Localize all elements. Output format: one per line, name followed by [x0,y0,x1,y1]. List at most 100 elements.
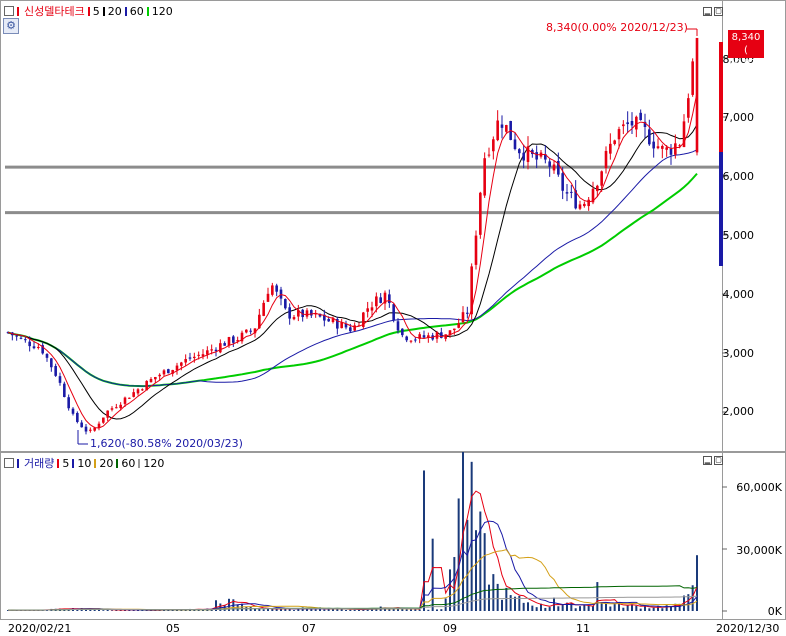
legend-ma120[interactable]: 120 [146,5,173,18]
legend-vma5-label: 5 [62,456,70,470]
minimize-button[interactable]: ▁ [703,7,712,16]
maximize-button[interactable]: ▢ [714,7,723,16]
legend-ma5[interactable]: 5 [87,5,100,18]
candle-body [149,379,153,383]
candle-body [180,362,183,366]
volume-bar [648,608,651,611]
candle-body [50,358,53,368]
legend-ma20[interactable]: 20 [102,5,122,18]
candle-body [487,154,491,156]
candle-body [154,376,157,380]
volume-bar [522,602,525,611]
legend-vma60[interactable]: 60 [116,457,135,470]
candle-body [115,407,118,409]
legend-vma10-label: 10 [77,456,92,470]
volume-bar [661,608,664,611]
candle-body [63,383,66,397]
volume-bar [349,609,352,611]
legend-vma20-label: 20 [99,456,114,470]
volume-bar [548,607,551,611]
candle-body [327,319,330,322]
legend-vma5[interactable]: 5 [57,457,69,470]
maximize-button-volume[interactable]: ▢ [714,456,723,465]
x-tick-09: 09 [443,622,457,635]
candle-body [54,365,57,376]
legend-ma60[interactable]: 60 [124,5,144,18]
candle-body [600,171,603,186]
candle-body [245,329,248,333]
candle-body [687,98,690,118]
candle-body [366,308,369,312]
candle-body [656,146,660,149]
candle-body [440,332,443,338]
candle-body [375,296,378,307]
candle-body [227,337,231,346]
legend-vma20[interactable]: 20 [94,457,113,470]
candle-body [414,339,417,341]
candle-body [561,173,564,191]
price-chart[interactable] [0,0,786,452]
volume-bar [440,609,443,611]
volume-bar [501,599,503,611]
legend-marker [17,6,19,16]
candle-body [535,152,538,160]
candle-body [388,294,391,304]
y-tick-2000: 2,000 [722,405,755,418]
candle-body [136,389,140,394]
volume-bar [639,608,642,611]
candle-body [37,346,40,348]
volume-bar [496,583,499,611]
legend-vma60-label: 60 [121,456,136,470]
candle-body [184,359,187,363]
candle-body [188,357,192,359]
y-tick-5000: 5,000 [722,229,755,242]
candle-body [223,343,226,346]
volume-bar [505,587,508,611]
candle-body [396,321,400,331]
panel-menu-icon[interactable] [4,458,14,468]
y-tick-7000: 7,000 [722,111,755,124]
candle-body [500,124,504,128]
candle-body [691,61,694,95]
candle-body [578,204,582,209]
volume-bar [405,609,408,611]
candle-body [141,389,144,391]
candle-body [45,353,49,358]
current-change: ( 29.91%) [728,45,771,69]
volume-bar [535,607,538,611]
minimize-button-volume[interactable]: ▁ [703,456,712,465]
candle-body [275,285,278,292]
vol-tick-0: 0K [767,605,782,618]
candle-body [626,122,629,125]
min-price-annotation: 1,620(-80.58% 2020/03/23) [90,437,243,450]
candle-body [15,335,18,337]
vol-tick-60000: 60,000K [736,481,782,494]
legend-vma120[interactable]: 120 [138,457,164,470]
volume-chart[interactable] [0,452,786,620]
volume-bar [488,584,490,611]
candle-body [548,161,551,167]
volume-bar [410,609,412,611]
volume-bar [579,606,581,611]
volume-bar [479,511,482,611]
volume-bar [574,608,577,611]
panel-menu-icon[interactable] [4,6,14,16]
candle-body [292,317,296,320]
volume-bar [652,607,655,611]
legend-vma10[interactable]: 10 [72,457,91,470]
candle-body [513,139,517,149]
volume-bar [631,604,633,611]
ma5-line [7,92,698,429]
x-tick-end: 2020/12/30 [716,622,780,635]
volume-bar [141,610,144,611]
volume-bar [531,605,534,611]
candle-body [206,350,209,355]
volume-bar [475,530,477,611]
volume-bar [345,610,347,611]
settings-icon[interactable]: ⚙ [3,18,19,34]
x-tick-start: 2020/02/21 [8,622,72,635]
price-panel: 신성델타테크 5 20 60 120 ▁ ▢ ⚙ 8,000 7,000 6,0… [0,0,786,452]
volume-bar [609,606,612,611]
volume-bar [592,606,594,611]
volume-bar [111,610,113,611]
